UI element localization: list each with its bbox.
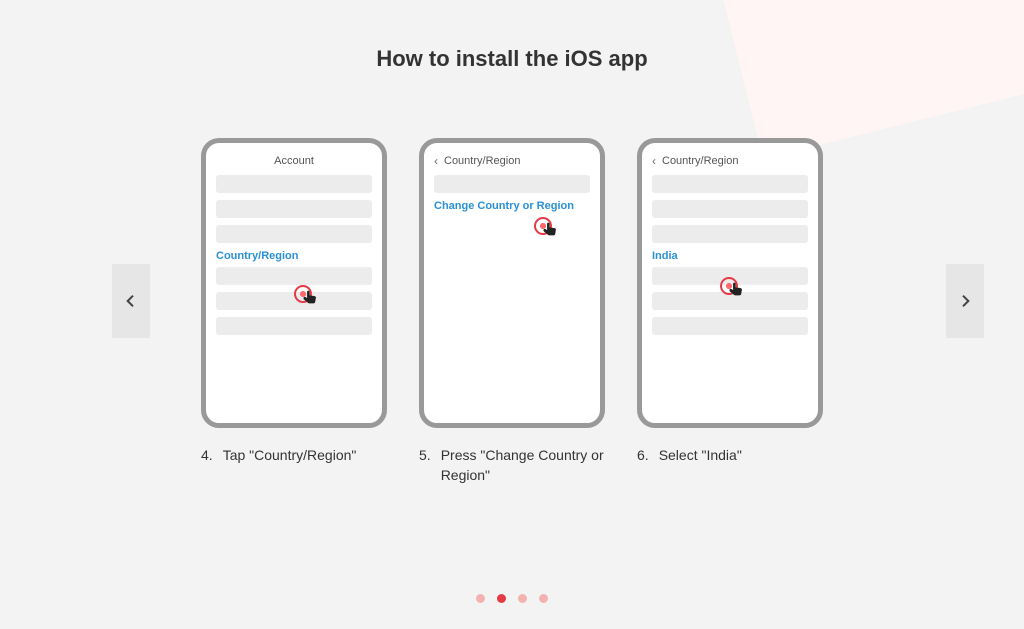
- step-number: 5.: [419, 446, 431, 485]
- slide-caption: 6. Select "India": [637, 446, 823, 466]
- highlighted-link: India: [652, 250, 808, 262]
- step-number: 4.: [201, 446, 213, 466]
- tap-indicator-icon: [534, 217, 560, 243]
- step-number: 6.: [637, 446, 649, 466]
- slide-caption: 4. Tap "Country/Region": [201, 446, 387, 466]
- slide: ‹ Country/Region Change Country or Regio…: [419, 138, 605, 485]
- carousel: Account Country/Region 4. Tap "Country/R…: [0, 118, 1024, 485]
- placeholder-bar: [216, 317, 372, 335]
- highlighted-link: Country/Region: [216, 250, 372, 262]
- placeholder-bar: [434, 175, 590, 193]
- placeholder-bar: [652, 225, 808, 243]
- back-chevron-icon: ‹: [652, 155, 656, 167]
- step-text: Press "Change Country or Region": [441, 446, 605, 485]
- step-text: Select "India": [659, 446, 742, 466]
- slide: Account Country/Region 4. Tap "Country/R…: [201, 138, 387, 485]
- phone-mockup: Account Country/Region: [201, 138, 387, 428]
- placeholder-bar: [216, 200, 372, 218]
- pagination-dot[interactable]: [476, 594, 485, 603]
- page-root: How to install the iOS app Account Count…: [0, 0, 1024, 629]
- hand-pointer-icon: [540, 221, 560, 241]
- phone-mockup: ‹ Country/Region Change Country or Regio…: [419, 138, 605, 428]
- pagination-dot[interactable]: [497, 594, 506, 603]
- phone-header: ‹ Country/Region: [652, 155, 808, 167]
- phone-header-title: Account: [274, 155, 314, 167]
- placeholder-bar: [652, 200, 808, 218]
- pagination-dot[interactable]: [539, 594, 548, 603]
- placeholder-bar: [652, 292, 808, 310]
- placeholder-bar: [652, 317, 808, 335]
- placeholder-bar: [216, 267, 372, 285]
- placeholder-bar: [216, 175, 372, 193]
- phone-header: ‹ Country/Region: [434, 155, 590, 167]
- step-text: Tap "Country/Region": [223, 446, 357, 466]
- placeholder-bar: [216, 292, 372, 310]
- phone-header-title: Country/Region: [662, 155, 738, 167]
- phone-mockup: ‹ Country/Region India: [637, 138, 823, 428]
- placeholder-bar: [216, 225, 372, 243]
- phone-header: Account: [216, 155, 372, 167]
- pagination-dots: [0, 594, 1024, 603]
- placeholder-bar: [652, 175, 808, 193]
- back-chevron-icon: ‹: [434, 155, 438, 167]
- highlighted-link: Change Country or Region: [434, 200, 590, 212]
- phone-header-title: Country/Region: [444, 155, 520, 167]
- pagination-dot[interactable]: [518, 594, 527, 603]
- slide-caption: 5. Press "Change Country or Region": [419, 446, 605, 485]
- slide: ‹ Country/Region India 6. Select "India": [637, 138, 823, 485]
- placeholder-bar: [652, 267, 808, 285]
